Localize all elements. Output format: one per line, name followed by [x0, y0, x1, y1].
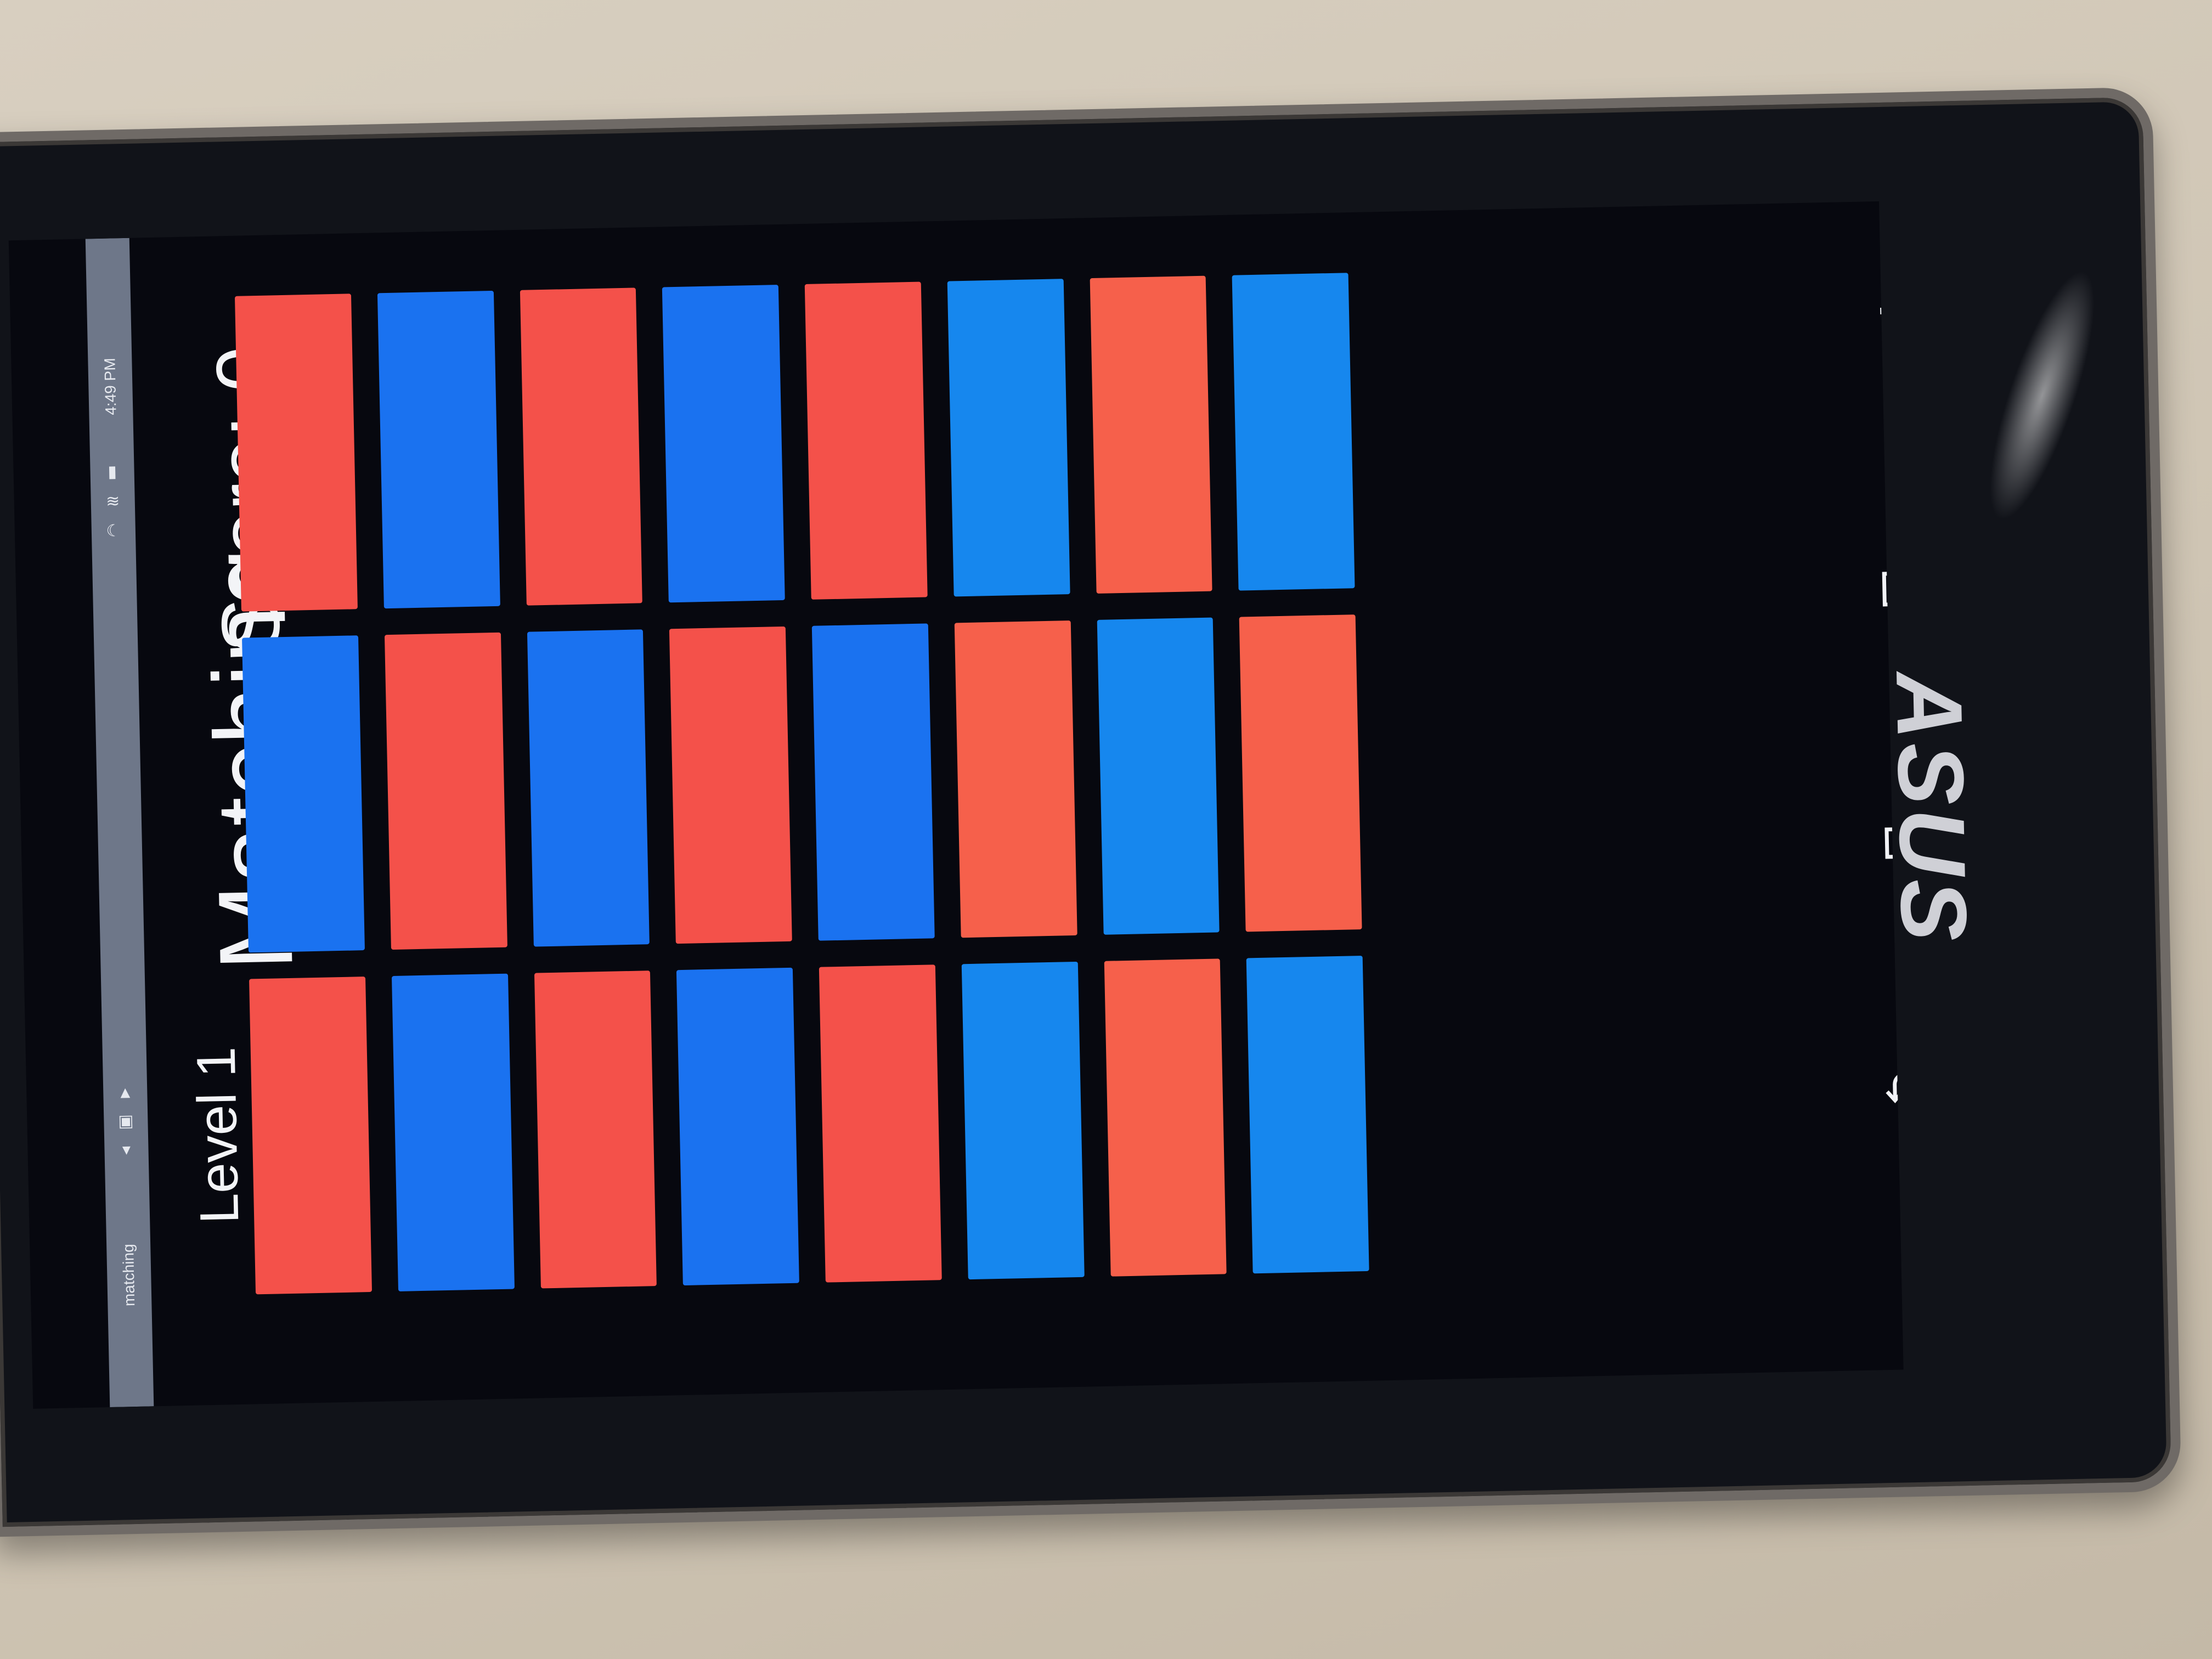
- notification-icons: ▲ ▣ ▾: [103, 1060, 149, 1182]
- tile-red-r2-c2[interactable]: [384, 632, 507, 950]
- image-icon: ▣: [117, 1111, 134, 1131]
- tile-blue-r3-c6[interactable]: [961, 962, 1085, 1280]
- tile-red-r2-c6[interactable]: [954, 620, 1077, 938]
- tile-red-r1-c1[interactable]: [234, 294, 358, 612]
- tile-red-r3-c5[interactable]: [819, 964, 942, 1283]
- recent-apps-icon[interactable]: [1870, 562, 1904, 618]
- tile-blue-r1-c8[interactable]: [1232, 273, 1355, 591]
- tile-red-r2-c8[interactable]: [1239, 614, 1362, 932]
- tile-blue-r3-c8[interactable]: [1246, 956, 1369, 1274]
- tile-blue-r1-c6[interactable]: [947, 279, 1070, 597]
- tile-blue-r2-c1[interactable]: [242, 635, 365, 953]
- back-icon[interactable]: [1881, 1062, 1904, 1118]
- status-time-text: 4:49 PM: [101, 358, 120, 416]
- tile-blue-r2-c7[interactable]: [1097, 617, 1220, 935]
- notification-icon: ▾: [122, 1141, 131, 1159]
- tile-red-r3-c7[interactable]: [1104, 958, 1227, 1277]
- tile-grid: [234, 273, 1369, 1295]
- tile-blue-r2-c3[interactable]: [527, 629, 650, 947]
- level-label: Level 1: [185, 1046, 251, 1224]
- status-app-text: matching: [120, 1244, 138, 1307]
- status-icons: ▮ ≋ ☾: [90, 447, 136, 557]
- warning-icon: ▲: [117, 1083, 134, 1102]
- battery-icon: ▮: [108, 462, 117, 481]
- tile-red-r1-c3[interactable]: [520, 287, 643, 606]
- screen: 4:49 PM ▮ ≋ ☾ ▲ ▣ ▾ matching Level 1 Mat…: [8, 201, 1904, 1409]
- status-app-name: matching: [106, 1203, 153, 1347]
- tile-red-r3-c1[interactable]: [249, 977, 372, 1295]
- tile-red-r2-c4[interactable]: [669, 626, 792, 944]
- status-bar: 4:49 PM ▮ ≋ ☾ ▲ ▣ ▾ matching: [85, 238, 154, 1407]
- tile-blue-r3-c4[interactable]: [676, 968, 799, 1286]
- status-time: 4:49 PM: [87, 326, 134, 448]
- tile-blue-r3-c2[interactable]: [391, 973, 515, 1291]
- tile-blue-r1-c2[interactable]: [377, 290, 500, 608]
- phone-device: ASUS 4:49 PM ▮ ≋ ☾ ▲ ▣ ▾ matching Level …: [0, 87, 2182, 1537]
- wifi-icon: ≋: [105, 492, 120, 511]
- menu-icon[interactable]: [1864, 283, 1904, 338]
- tile-blue-r2-c5[interactable]: [811, 623, 935, 941]
- glare: [1968, 260, 2116, 531]
- tile-red-r1-c7[interactable]: [1090, 275, 1212, 594]
- tile-blue-r1-c4[interactable]: [662, 285, 785, 602]
- moon-icon: ☾: [106, 522, 121, 540]
- tile-red-r3-c3[interactable]: [534, 970, 657, 1289]
- tile-red-r1-c5[interactable]: [804, 281, 928, 600]
